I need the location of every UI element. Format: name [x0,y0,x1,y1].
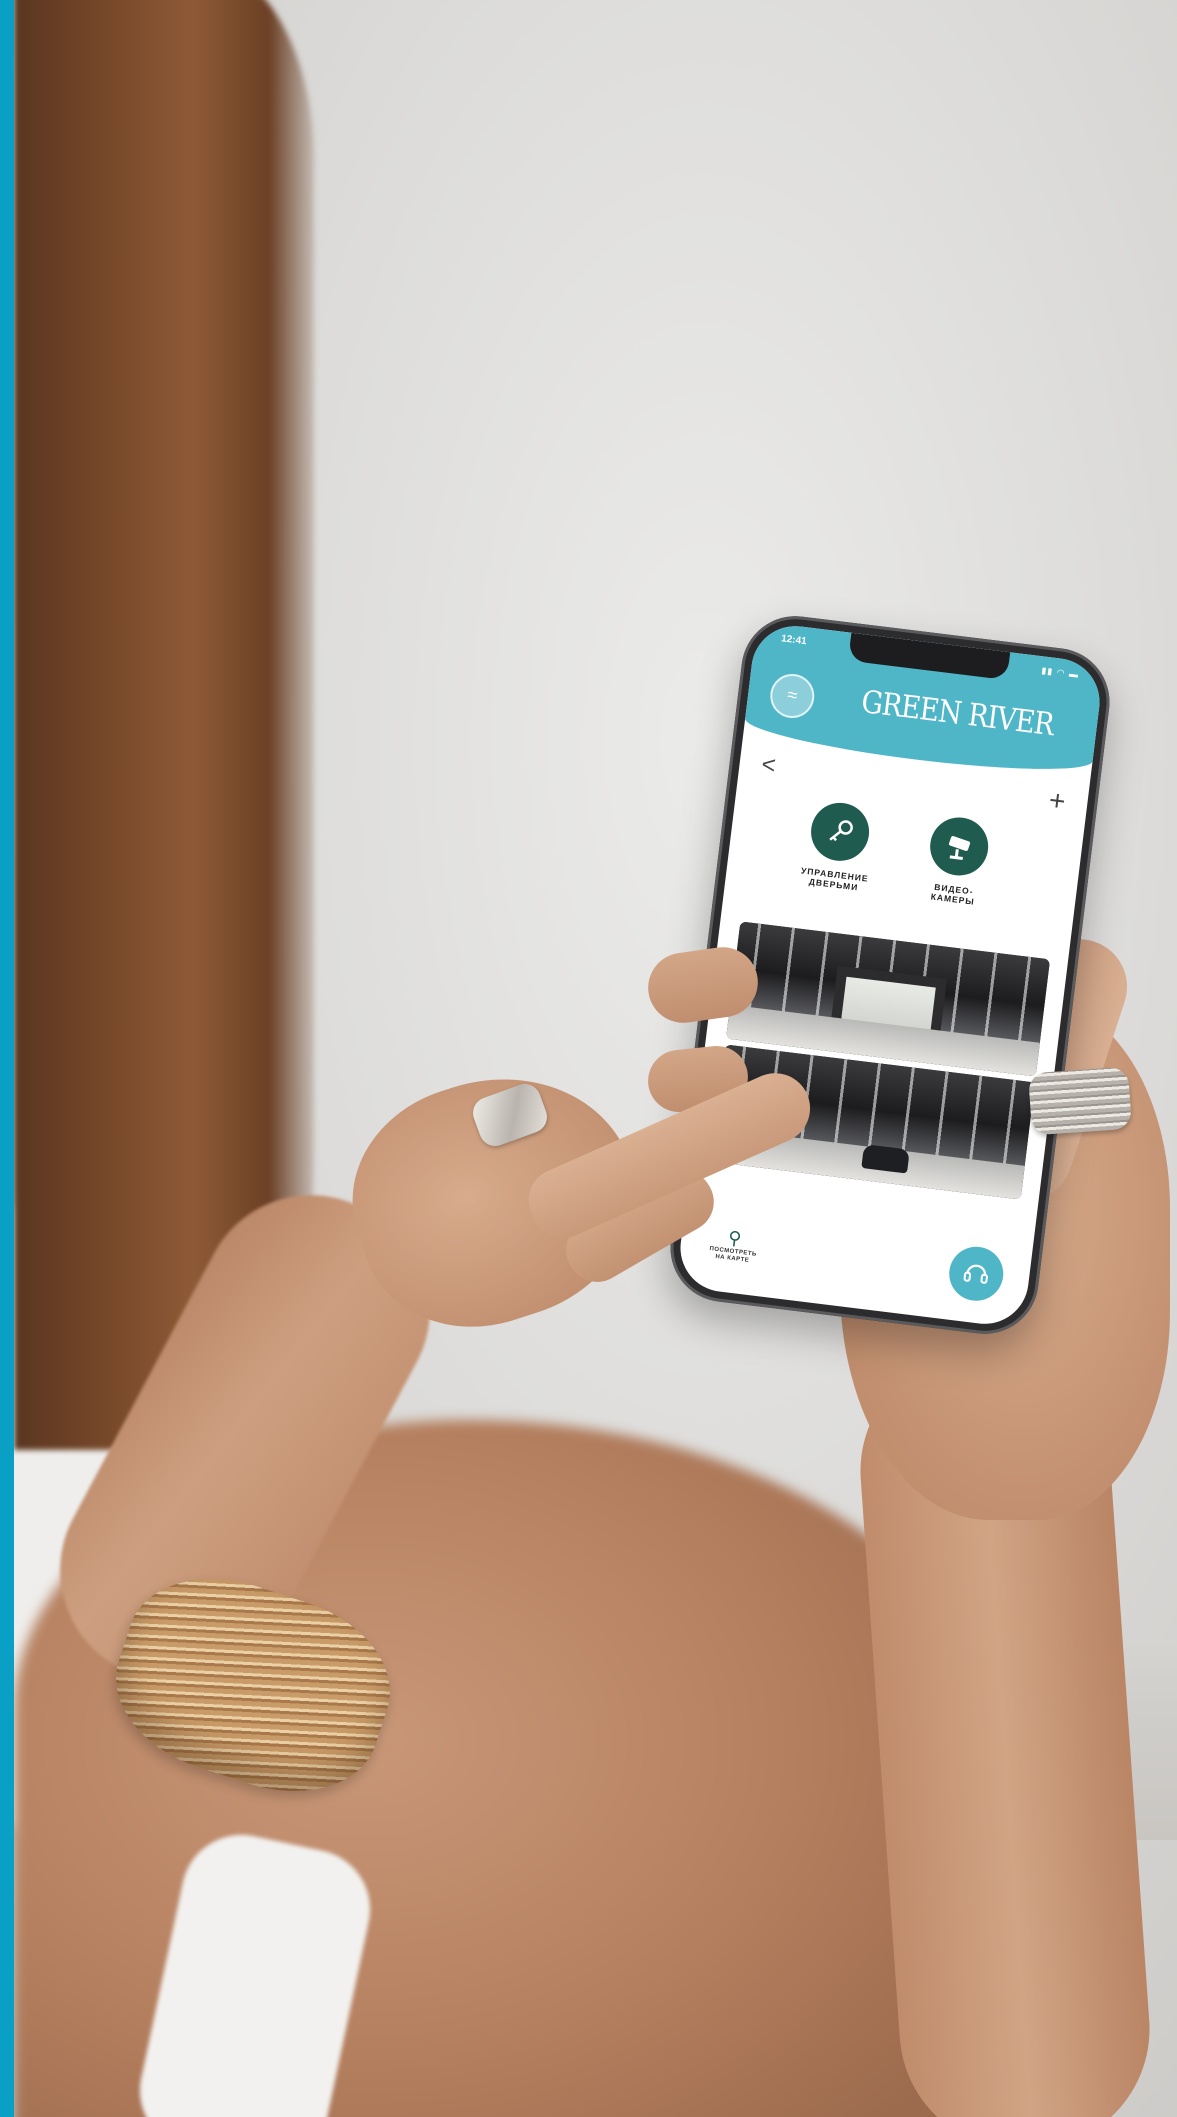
photo-scene: 12:41 ▮▮ ◠ ▬ ≈ GREEN RIVER < + УПРАВЛЕНИ… [0,0,1177,2117]
status-icons: ▮▮ ◠ ▬ [1040,665,1080,680]
view-on-map-button[interactable]: ⚲ ПОСМОТРЕТЬ НА КАРТЕ [697,1223,771,1267]
accent-stripe [0,0,14,2117]
plus-icon[interactable]: + [1047,784,1067,818]
door-control-label: УПРАВЛЕНИЕ ДВЕРЬМИ [773,863,894,897]
door-control-button[interactable]: УПРАВЛЕНИЕ ДВЕРЬМИ [773,796,903,898]
video-cameras-button[interactable]: ВИДЕО- КАМЕРЫ [892,810,1022,912]
silver-ring-right [1027,1066,1133,1136]
camera-icon [926,814,992,879]
key-icon [807,799,873,865]
headset-icon[interactable] [946,1243,1007,1304]
brand-logo: GREEN RIVER [859,684,1056,744]
video-cameras-label: ВИДЕО- КАМЕРЫ [892,878,1013,912]
status-time: 12:41 [780,633,808,648]
chevron-left-icon[interactable]: < [760,751,777,780]
waves-icon[interactable]: ≈ [767,671,817,721]
